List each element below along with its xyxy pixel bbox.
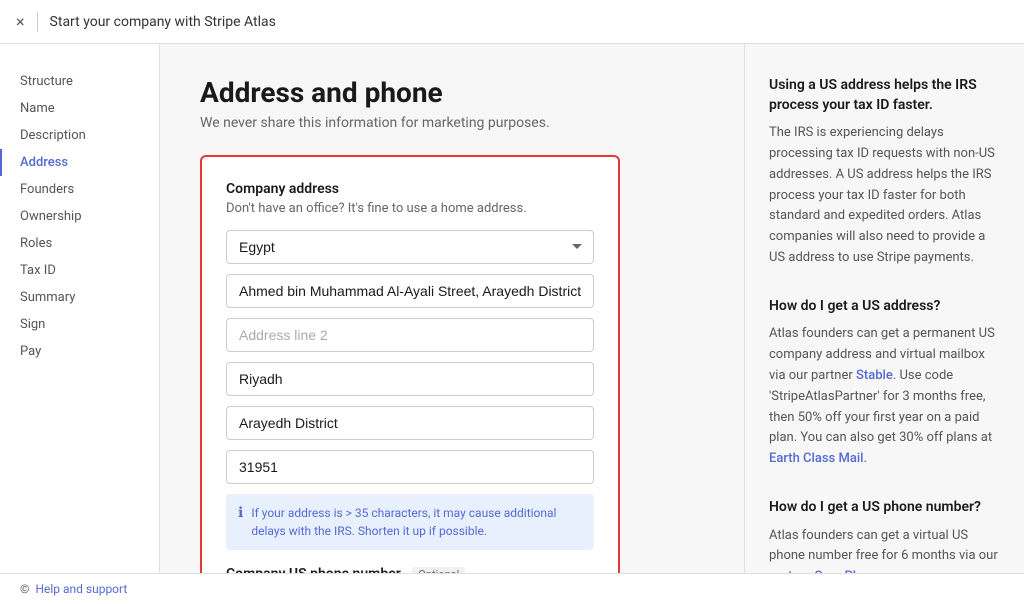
sidebar-item-description[interactable]: Description [0, 122, 159, 149]
sidebar-item-summary[interactable]: Summary [0, 284, 159, 311]
tip-get-us-address: How do I get a US address? Atlas founder… [769, 297, 1000, 470]
close-button[interactable]: × [16, 12, 25, 31]
sidebar-item-founders[interactable]: Founders [0, 176, 159, 203]
phone-label-row: Company US phone number Optional [226, 566, 594, 573]
right-panel: Using a US address helps the IRS process… [744, 44, 1024, 573]
city-input[interactable] [226, 362, 594, 396]
sidebar-item-pay[interactable]: Pay [0, 338, 159, 365]
app-title: Start your company with Stripe Atlas [50, 14, 276, 30]
postal-code-group [226, 450, 594, 484]
divider [37, 12, 38, 32]
sidebar-item-structure[interactable]: Structure [0, 68, 159, 95]
sidebar-item-tax-id[interactable]: Tax ID [0, 257, 159, 284]
address-line1-group [226, 274, 594, 308]
company-address-label: Company address [226, 181, 594, 197]
tip-get-us-phone-title: How do I get a US phone number? [769, 498, 1000, 518]
info-icon: ℹ [238, 505, 243, 521]
page-subtitle: We never share this information for mark… [200, 115, 704, 131]
tip-get-us-address-title: How do I get a US address? [769, 297, 1000, 317]
stable-link[interactable]: Stable [856, 368, 893, 383]
address-info-box: ℹ If your address is > 35 characters, it… [226, 494, 594, 550]
earth-class-mail-link[interactable]: Earth Class Mail [769, 451, 863, 466]
company-address-section: Company address Don't have an office? It… [226, 181, 594, 550]
address-line1-input[interactable] [226, 274, 594, 308]
tip-get-us-phone: How do I get a US phone number? Atlas fo… [769, 498, 1000, 573]
top-bar: × Start your company with Stripe Atlas [0, 0, 1024, 44]
tip-us-address-title: Using a US address helps the IRS process… [769, 76, 1000, 115]
district-input[interactable] [226, 406, 594, 440]
sidebar-item-name[interactable]: Name [0, 95, 159, 122]
bottom-bar: © Help and support [0, 573, 1024, 604]
address-line2-input[interactable] [226, 318, 594, 352]
phone-label: Company US phone number [226, 566, 401, 573]
sidebar-item-ownership[interactable]: Ownership [0, 203, 159, 230]
sidebar: Structure Name Description Address Found… [0, 44, 160, 573]
phone-section: Company US phone number Optional Don't h… [226, 566, 594, 573]
postal-code-input[interactable] [226, 450, 594, 484]
content-area: Address and phone We never share this in… [160, 44, 744, 573]
tip-us-address-body: The IRS is experiencing delays processin… [769, 123, 1000, 269]
help-icon: © [20, 582, 29, 596]
country-select[interactable]: Egypt United States United Kingdom Germa… [226, 230, 594, 264]
district-group [226, 406, 594, 440]
country-group: Egypt United States United Kingdom Germa… [226, 230, 594, 264]
tip-get-us-address-body: Atlas founders can get a permanent US co… [769, 324, 1000, 470]
form-card: Company address Don't have an office? It… [200, 155, 620, 573]
city-group [226, 362, 594, 396]
help-label[interactable]: Help and support [35, 582, 127, 596]
company-address-sublabel: Don't have an office? It's fine to use a… [226, 201, 594, 216]
tip-us-address: Using a US address helps the IRS process… [769, 76, 1000, 269]
address-info-text: If your address is > 35 characters, it m… [251, 504, 582, 540]
tip-get-us-phone-body: Atlas founders can get a virtual US phon… [769, 526, 1000, 573]
sidebar-item-roles[interactable]: Roles [0, 230, 159, 257]
page-title: Address and phone [200, 76, 704, 109]
sidebar-item-address[interactable]: Address [0, 149, 159, 176]
address-line2-group [226, 318, 594, 352]
sidebar-item-sign[interactable]: Sign [0, 311, 159, 338]
main-layout: Structure Name Description Address Found… [0, 44, 1024, 573]
